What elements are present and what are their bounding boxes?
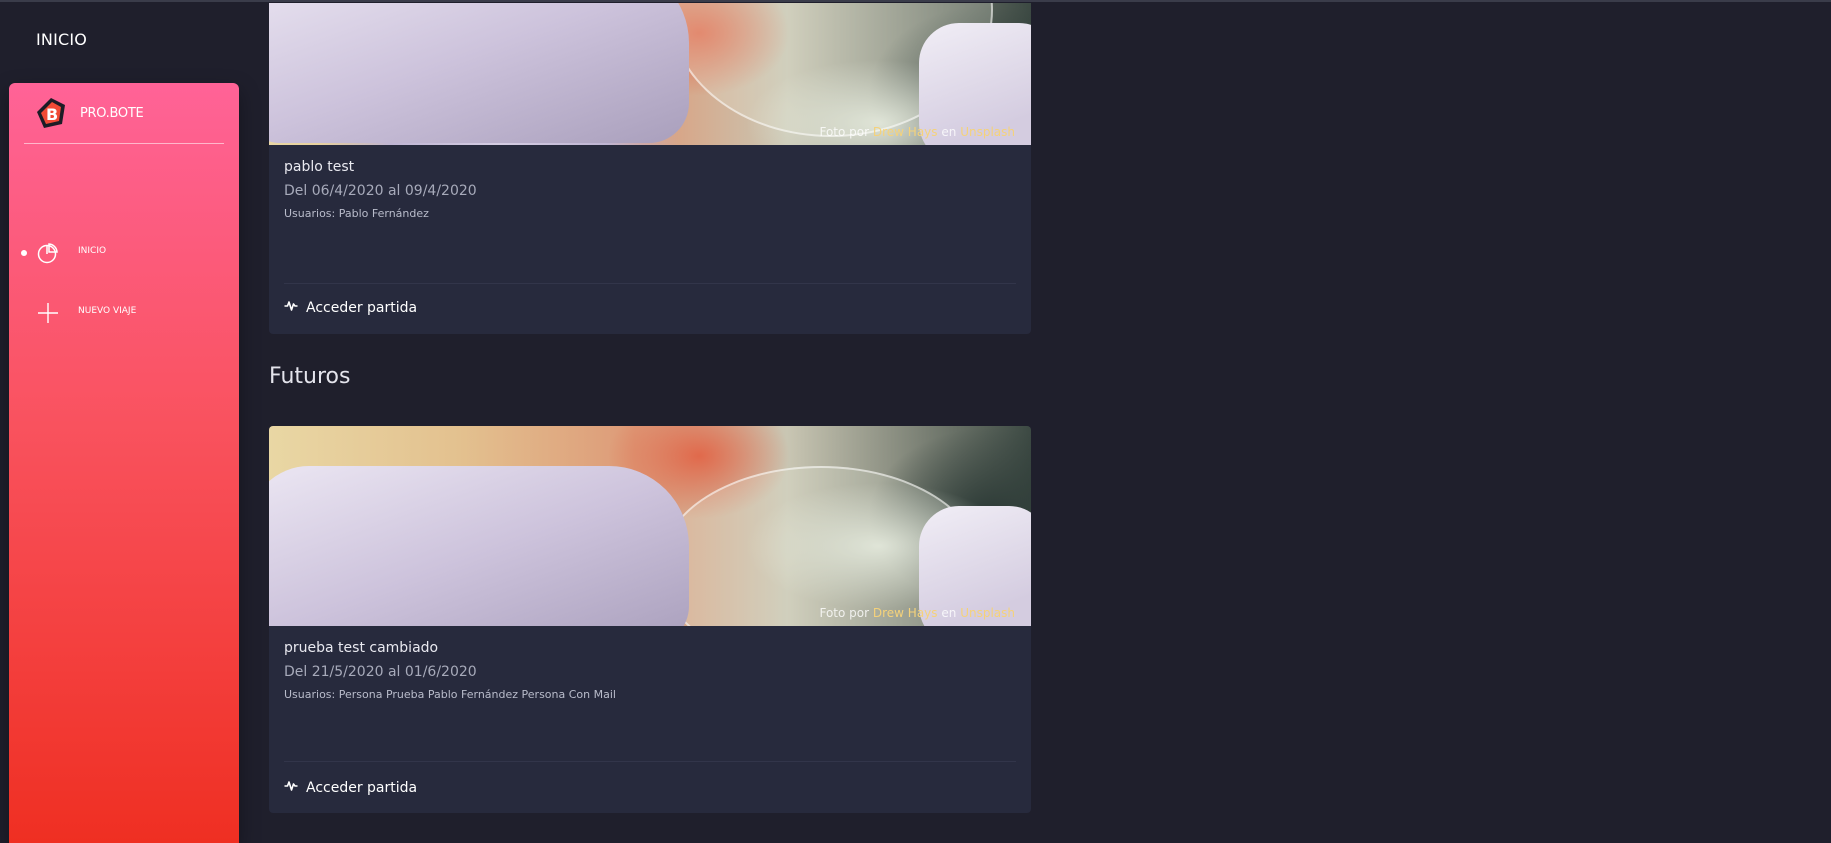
activity-icon [284,778,298,797]
card-divider [284,761,1016,762]
trip-cover-image: Foto por Drew Hays en Unsplash [269,426,1031,626]
trip-title: pablo test [284,159,355,175]
brand-logo-icon: B [34,96,68,130]
credit-site-link[interactable]: Unsplash [960,606,1015,620]
access-game-button[interactable]: Acceder partida [284,778,417,797]
activity-icon [284,298,298,317]
active-indicator [21,250,27,256]
section-title-futuros: Futuros [269,364,351,389]
glove-left [269,3,689,143]
photo-credit: Foto por Drew Hays en Unsplash [819,125,1015,139]
trip-card: Foto por Drew Hays en Unsplash prueba te… [269,426,1031,813]
brand-link[interactable]: B PRO.BOTE [34,96,144,130]
sidebar-item-label: NUEVO VIAJE [78,306,137,316]
card-divider [284,283,1016,284]
sidebar-item-inicio[interactable]: INICIO [9,233,239,273]
trip-title: prueba test cambiado [284,640,439,656]
top-border [0,0,1831,2]
access-game-label: Acceder partida [306,779,418,796]
trip-dates: Del 21/5/2020 al 01/6/2020 [284,664,477,680]
page-title: INICIO [36,30,88,49]
access-game-button[interactable]: Acceder partida [284,298,417,317]
glove-left [269,466,689,626]
credit-author-link[interactable]: Drew Hays [873,606,938,620]
trip-dates: Del 06/4/2020 al 09/4/2020 [284,183,477,199]
pie-chart-icon [36,241,60,265]
photo-credit: Foto por Drew Hays en Unsplash [819,606,1015,620]
trip-card: Foto por Drew Hays en Unsplash pablo tes… [269,3,1031,334]
plus-icon [36,301,60,325]
sidebar-item-label: INICIO [78,246,107,256]
svg-text:B: B [46,105,58,124]
trip-users: Usuarios: Persona Prueba Pablo Fernández… [284,688,616,701]
credit-site-link[interactable]: Unsplash [960,125,1015,139]
credit-author-link[interactable]: Drew Hays [873,125,938,139]
trip-cover-image: Foto por Drew Hays en Unsplash [269,3,1031,145]
sidebar-divider [24,143,224,144]
brand-name: PRO.BOTE [80,105,144,121]
sidebar: B PRO.BOTE INICIO NUEVO VIAJE [9,83,239,843]
access-game-label: Acceder partida [306,299,418,316]
sidebar-item-nuevo-viaje[interactable]: NUEVO VIAJE [9,293,239,333]
trip-users: Usuarios: Pablo Fernández [284,207,429,220]
